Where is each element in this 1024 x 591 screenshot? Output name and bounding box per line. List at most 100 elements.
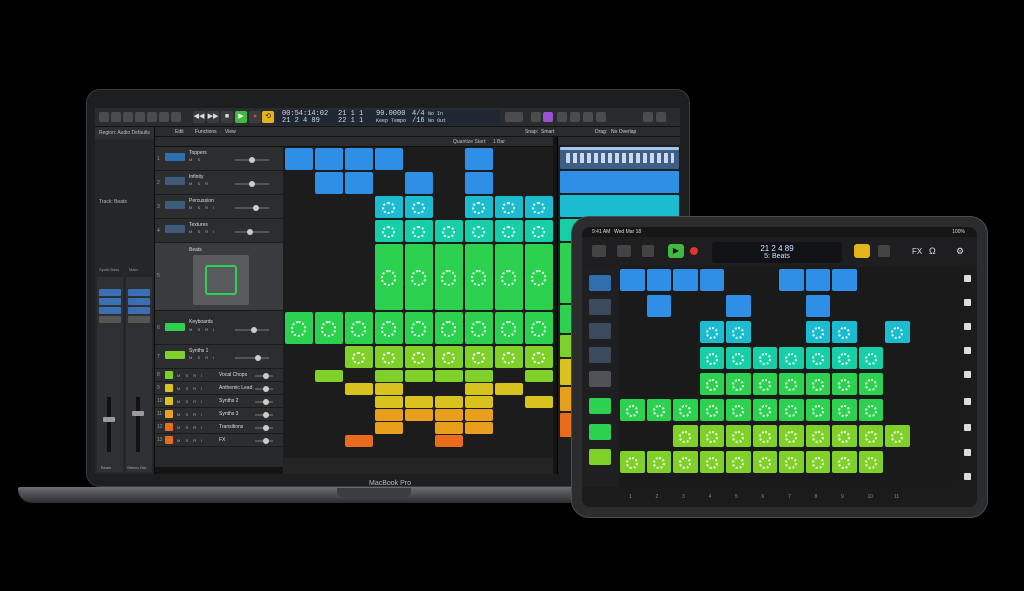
loop-cell[interactable]	[344, 172, 373, 194]
stop-button[interactable]: ■	[221, 111, 233, 123]
loop-cell[interactable]	[494, 220, 523, 242]
tuner-icon[interactable]	[505, 112, 523, 122]
settings-icon[interactable]	[642, 245, 654, 257]
mute-solo[interactable]: M S R I	[177, 438, 204, 443]
loop-cell[interactable]	[779, 373, 804, 395]
track-row[interactable]: 10 M S R I Synths 2	[155, 395, 283, 408]
loop-cell[interactable]	[832, 399, 857, 421]
region[interactable]	[560, 195, 679, 217]
mute-solo[interactable]: M S R I	[177, 425, 204, 430]
inspector-icon[interactable]	[111, 112, 121, 122]
plugin-slot[interactable]	[128, 289, 150, 296]
stop-icon[interactable]	[964, 275, 971, 282]
scene-number[interactable]: 8	[815, 494, 818, 500]
track-row[interactable]: 6 Keyboards M S R I	[155, 311, 283, 345]
volume-slider[interactable]	[255, 373, 273, 379]
ipad-lcd[interactable]: 21 2 4 89 5: Beats	[712, 242, 842, 263]
scene-number[interactable]: 3	[682, 494, 685, 500]
loop-cell[interactable]	[314, 312, 343, 344]
loop-cell[interactable]	[434, 220, 463, 242]
volume-slider[interactable]	[235, 181, 269, 187]
loop-cell[interactable]	[434, 396, 463, 408]
settings-gear-icon[interactable]: ⚙	[956, 246, 964, 257]
loop-cell[interactable]	[524, 244, 553, 310]
loop-cell[interactable]	[858, 451, 883, 473]
keyboard-icon[interactable]	[589, 398, 611, 414]
track-icon[interactable]	[589, 275, 611, 291]
loop-cell[interactable]	[832, 451, 857, 473]
forward-button[interactable]: ▶▶	[207, 111, 219, 123]
scene-number[interactable]: 6	[762, 494, 765, 500]
loop-cell[interactable]	[434, 244, 463, 310]
loop-cell[interactable]	[646, 295, 671, 317]
stop-icon[interactable]	[964, 371, 971, 378]
fx-button[interactable]: FX	[912, 247, 922, 256]
loop-cell[interactable]	[524, 312, 553, 344]
loop-cell[interactable]	[726, 295, 751, 317]
loop-cell[interactable]	[524, 196, 553, 218]
loop-cell[interactable]	[752, 373, 777, 395]
send-slot[interactable]	[99, 316, 121, 323]
scene-number[interactable]: 2	[656, 494, 659, 500]
loop-cell[interactable]	[726, 321, 751, 343]
loop-cell[interactable]	[832, 373, 857, 395]
volume-slider[interactable]	[255, 386, 273, 392]
loop-cell[interactable]	[434, 422, 463, 434]
loop-cell[interactable]	[344, 383, 373, 395]
loop-cell[interactable]	[464, 409, 493, 421]
loop-cell[interactable]	[699, 425, 724, 447]
volume-slider[interactable]	[235, 229, 269, 235]
track-row[interactable]: 9 M S R I Anthemic Lead	[155, 382, 283, 395]
loop-cell[interactable]	[699, 373, 724, 395]
loop-cell[interactable]	[404, 396, 433, 408]
loop-cell[interactable]	[404, 370, 433, 382]
loop-cell[interactable]	[805, 269, 830, 291]
track-icon[interactable]	[589, 347, 611, 363]
loop-cell[interactable]	[404, 196, 433, 218]
loop-cell[interactable]	[464, 196, 493, 218]
track-row[interactable]: 12 M S R I Transitions	[155, 421, 283, 434]
track-row[interactable]: 11 M S R I Synths 3	[155, 408, 283, 421]
loop-cell[interactable]	[646, 451, 671, 473]
library-icon[interactable]	[99, 112, 109, 122]
volume-slider[interactable]	[255, 425, 273, 431]
drum-machine-icon[interactable]	[589, 371, 611, 387]
plugin-slot[interactable]	[99, 307, 121, 314]
loop-cell[interactable]	[524, 220, 553, 242]
count-in-icon[interactable]	[531, 112, 541, 122]
loop-cell[interactable]	[494, 346, 523, 368]
loop-cell[interactable]	[779, 451, 804, 473]
loop-cell[interactable]	[858, 399, 883, 421]
mute-solo[interactable]: M S R I	[177, 373, 204, 378]
loop-cell[interactable]	[805, 425, 830, 447]
edit-menu[interactable]: Edit	[175, 129, 184, 135]
cycle-button[interactable]	[854, 244, 870, 258]
functions-menu[interactable]: Functions	[195, 129, 217, 135]
loop-cell[interactable]	[726, 451, 751, 473]
volume-slider[interactable]	[235, 205, 269, 211]
track-icon[interactable]	[589, 299, 611, 315]
lcd-display[interactable]: 00:54:14:02 21 2 4 89 21 1 1 22 1 1 90.0…	[276, 110, 500, 125]
loop-cell[interactable]	[404, 346, 433, 368]
scene-number[interactable]: 9	[841, 494, 844, 500]
stop-icon[interactable]	[964, 299, 971, 306]
track-row[interactable]: 1 Toppers M S	[155, 147, 283, 171]
stop-icon[interactable]	[964, 473, 971, 480]
loop-cell[interactable]	[494, 312, 523, 344]
stop-icon[interactable]	[964, 424, 971, 431]
mute-solo[interactable]: M S R I	[189, 205, 216, 210]
track-row[interactable]: 13 M S R I FX	[155, 434, 283, 447]
loop-cell[interactable]	[284, 148, 313, 170]
list-editors-icon[interactable]	[557, 112, 567, 122]
loop-cell[interactable]	[464, 346, 493, 368]
loop-cell[interactable]	[752, 399, 777, 421]
loop-cell[interactable]	[858, 373, 883, 395]
volume-fader[interactable]	[103, 397, 115, 452]
loop-cell[interactable]	[885, 425, 910, 447]
loop-cell[interactable]	[524, 370, 553, 382]
loop-cell[interactable]	[805, 451, 830, 473]
loop-cell[interactable]	[404, 172, 433, 194]
stop-icon[interactable]	[964, 323, 971, 330]
loop-cell[interactable]	[374, 383, 403, 395]
scene-number[interactable]: 7	[788, 494, 791, 500]
